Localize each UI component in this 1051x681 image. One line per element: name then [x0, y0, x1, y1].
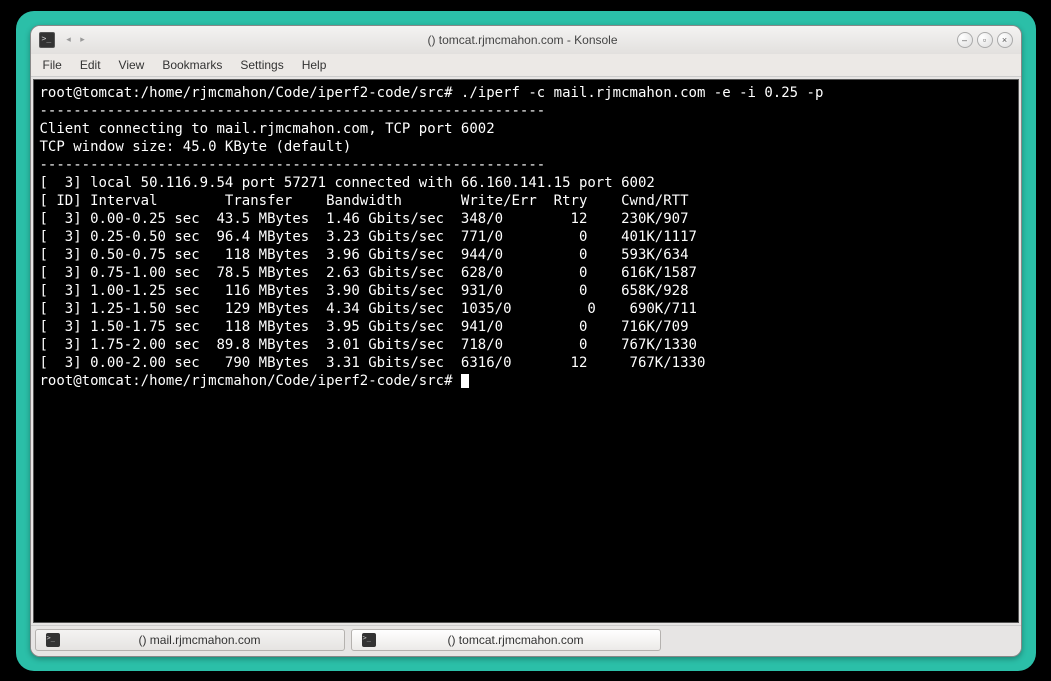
term-line: Client connecting to mail.rjmcmahon.com,…: [40, 121, 495, 137]
terminal-output[interactable]: root@tomcat:/home/rjmcmahon/Code/iperf2-…: [33, 79, 1019, 623]
chevron-left-icon[interactable]: ◂: [63, 34, 75, 46]
konsole-window: ◂ ▸ () tomcat.rjmcmahon.com - Konsole – …: [30, 25, 1022, 657]
term-line: ----------------------------------------…: [40, 103, 546, 119]
nav-chevrons: ◂ ▸: [63, 34, 89, 46]
term-row: [ 3] 1.25-1.50 sec 129 MBytes 4.34 Gbits…: [40, 301, 697, 317]
term-line: root@tomcat:/home/rjmcmahon/Code/iperf2-…: [40, 85, 824, 101]
outer-frame: ◂ ▸ () tomcat.rjmcmahon.com - Konsole – …: [16, 11, 1036, 671]
chevron-right-icon[interactable]: ▸: [77, 34, 89, 46]
menu-bookmarks[interactable]: Bookmarks: [162, 58, 222, 72]
term-row: [ 3] 0.50-0.75 sec 118 MBytes 3.96 Gbits…: [40, 247, 689, 263]
menu-edit[interactable]: Edit: [80, 58, 101, 72]
window-controls: – ▫ ×: [957, 32, 1013, 48]
terminal-icon: [46, 633, 60, 647]
cursor-icon: [461, 374, 469, 388]
term-row: [ 3] 0.25-0.50 sec 96.4 MBytes 3.23 Gbit…: [40, 229, 697, 245]
term-row: [ 3] 1.00-1.25 sec 116 MBytes 3.90 Gbits…: [40, 283, 689, 299]
menu-help[interactable]: Help: [302, 58, 327, 72]
term-row: [ 3] 0.75-1.00 sec 78.5 MBytes 2.63 Gbit…: [40, 265, 697, 281]
close-button[interactable]: ×: [997, 32, 1013, 48]
tab-tomcat[interactable]: () tomcat.rjmcmahon.com: [351, 629, 661, 651]
term-row: [ 3] 1.75-2.00 sec 89.8 MBytes 3.01 Gbit…: [40, 337, 697, 353]
term-row: [ 3] 0.00-2.00 sec 790 MBytes 3.31 Gbits…: [40, 355, 706, 371]
term-line: ----------------------------------------…: [40, 157, 546, 173]
menu-settings[interactable]: Settings: [240, 58, 283, 72]
menu-view[interactable]: View: [119, 58, 145, 72]
tabbar: () mail.rjmcmahon.com () tomcat.rjmcmaho…: [31, 625, 1021, 656]
tab-mail[interactable]: () mail.rjmcmahon.com: [35, 629, 345, 651]
app-icon: [39, 32, 55, 48]
term-line: [ 3] local 50.116.9.54 port 57271 connec…: [40, 175, 655, 191]
menubar: File Edit View Bookmarks Settings Help: [31, 54, 1021, 77]
tab-label: () mail.rjmcmahon.com: [66, 633, 334, 647]
term-line: [ ID] Interval Transfer Bandwidth Write/…: [40, 193, 689, 209]
term-row: [ 3] 1.50-1.75 sec 118 MBytes 3.95 Gbits…: [40, 319, 689, 335]
term-line: TCP window size: 45.0 KByte (default): [40, 139, 352, 155]
titlebar[interactable]: ◂ ▸ () tomcat.rjmcmahon.com - Konsole – …: [31, 26, 1021, 54]
tab-label: () tomcat.rjmcmahon.com: [382, 633, 650, 647]
term-row: [ 3] 0.00-0.25 sec 43.5 MBytes 1.46 Gbit…: [40, 211, 689, 227]
minimize-button[interactable]: –: [957, 32, 973, 48]
maximize-button[interactable]: ▫: [977, 32, 993, 48]
term-prompt: root@tomcat:/home/rjmcmahon/Code/iperf2-…: [40, 373, 461, 389]
terminal-icon: [362, 633, 376, 647]
menu-file[interactable]: File: [43, 58, 62, 72]
window-title: () tomcat.rjmcmahon.com - Konsole: [93, 33, 953, 47]
